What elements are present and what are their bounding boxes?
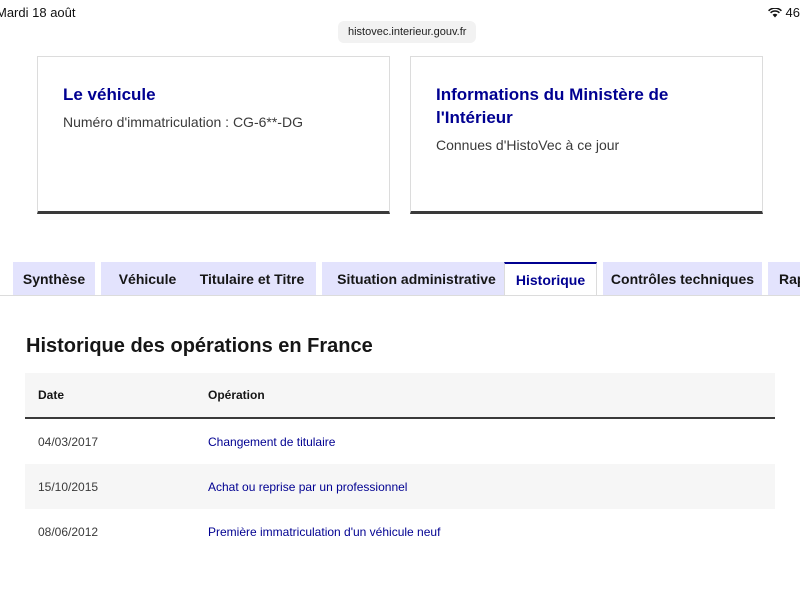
ministere-card-desc: Connues d'HistoVec à ce jour [436, 137, 620, 153]
ministere-title-line1: Informations du Ministère de [436, 85, 669, 104]
wifi-icon [767, 7, 782, 18]
header-date: Date [38, 388, 65, 402]
url-bar[interactable]: histovec.interieur.gouv.fr [338, 21, 477, 43]
row-operation: Changement de titulaire [208, 434, 336, 449]
tab-situation-administrative[interactable]: Situation administrative [322, 262, 511, 295]
header-operation: Opération [208, 388, 265, 402]
tab-rapport[interactable]: Rapport [768, 262, 800, 295]
vehicle-card-desc: Numéro d'immatriculation : CG-6**-DG [63, 114, 303, 130]
table-row: 04/03/2017 Changement de titulaire [25, 419, 775, 464]
table-row: 08/06/2012 Première immatriculation d'un… [25, 509, 775, 554]
ministere-title-line2: l'Intérieur [436, 108, 513, 127]
row-operation: Achat ou reprise par un professionnel [208, 479, 408, 494]
ministere-card-title: Informations du Ministère de l'Intérieur [436, 83, 737, 129]
ministere-card: Informations du Ministère de l'Intérieur… [410, 56, 763, 214]
url-text: histovec.interieur.gouv.fr [348, 26, 467, 38]
tab-bar: Synthèse Véhicule Titulaire et Titre Sit… [13, 262, 800, 296]
tab-vehicule[interactable]: Véhicule [101, 262, 194, 295]
tab-historique[interactable]: Historique [504, 262, 597, 296]
tab-controles-techniques[interactable]: Contrôles techniques [603, 262, 762, 295]
tab-titulaire-et-titre[interactable]: Titulaire et Titre [188, 262, 316, 295]
tab-synthese[interactable]: Synthèse [13, 262, 95, 295]
historique-panel: Historique des opérations en France Date… [0, 295, 800, 600]
table-row: 15/10/2015 Achat ou reprise par un profe… [25, 464, 775, 509]
vehicle-card: Le véhicule Numéro d'immatriculation : C… [37, 56, 390, 214]
vehicle-card-title: Le véhicule [63, 85, 156, 104]
history-table: Date Opération 04/03/2017 Changement de … [25, 373, 775, 554]
status-right: 46 [767, 5, 800, 20]
table-header: Date Opération [25, 373, 775, 419]
row-date: 04/03/2017 [38, 434, 99, 449]
row-operation: Première immatriculation d'un véhicule n… [208, 524, 441, 539]
status-time: Mardi 18 août [0, 5, 76, 20]
battery-level: 46 [785, 5, 800, 20]
row-date: 15/10/2015 [38, 479, 99, 494]
page-title: Historique des opérations en France [26, 335, 373, 357]
row-date: 08/06/2012 [38, 524, 99, 539]
